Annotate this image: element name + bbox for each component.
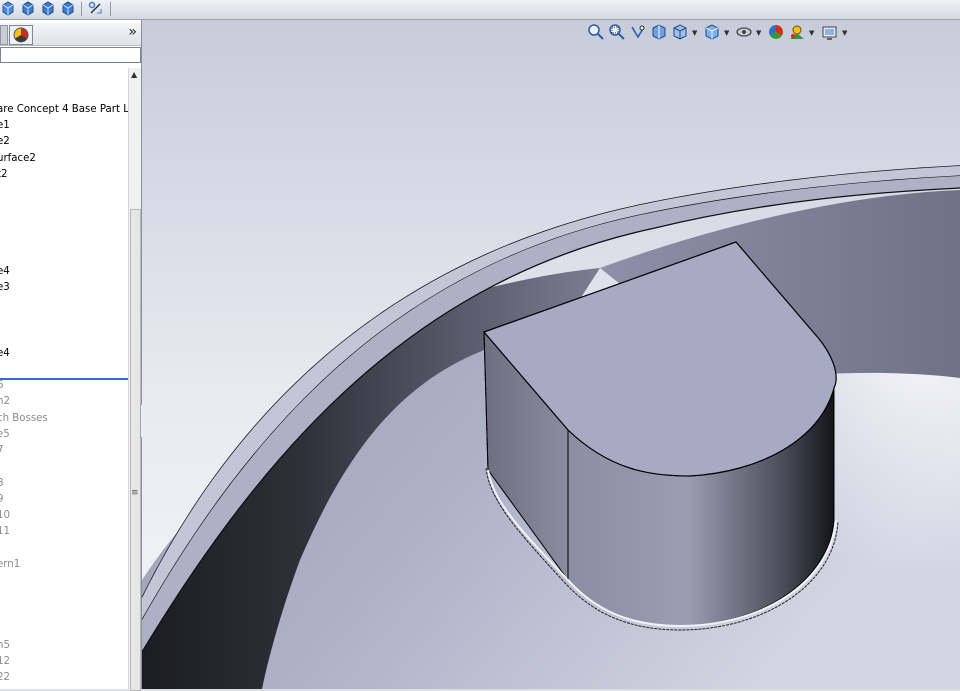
toolbar-separator (110, 2, 111, 16)
display-style-icon[interactable] (703, 23, 721, 41)
view-orientation-icon[interactable] (671, 23, 689, 41)
display-style-dropdown-icon[interactable]: ▼ (724, 29, 729, 37)
front-view-icon[interactable] (20, 1, 36, 16)
tree-item[interactable]: ch Bosses (0, 411, 48, 427)
scroll-up-arrow-icon[interactable]: ▲ (131, 70, 137, 79)
top-view-icon[interactable] (40, 1, 56, 16)
feature-manager-panel: » are Concept 4 Base Part Lof e1 e2 urfa… (0, 20, 142, 691)
tree-item[interactable]: ern1 (0, 557, 20, 573)
view-orientation-dropdown-icon[interactable]: ▼ (692, 29, 697, 37)
tree-item[interactable]: 7 (0, 443, 3, 459)
tree-item[interactable]: 11 (0, 524, 10, 540)
tree-item[interactable]: 9 (0, 492, 3, 508)
tree-item[interactable]: e4 (0, 346, 10, 362)
tree-item[interactable]: t2 (0, 167, 7, 183)
tree-item[interactable]: n2 (0, 394, 10, 410)
appearance-icon (13, 27, 29, 43)
appearance-tab[interactable] (9, 25, 33, 45)
tree-filter-input[interactable] (0, 47, 141, 63)
tree-item[interactable]: e5 (0, 427, 10, 443)
panel-tab-strip: » (0, 23, 141, 46)
tree-item[interactable]: 6 (0, 378, 3, 394)
right-view-icon[interactable] (60, 1, 76, 16)
model-view (142, 20, 960, 689)
tree-item[interactable]: e2 (0, 134, 10, 150)
tree-item[interactable]: urface2 (0, 151, 36, 167)
rollback-bar[interactable] (0, 378, 128, 380)
tree-item[interactable]: are Concept 4 Base Part Lof (0, 102, 139, 118)
feature-manager-tab[interactable] (0, 25, 8, 45)
apply-scene-icon[interactable] (788, 23, 806, 41)
section-view-icon[interactable] (650, 23, 668, 41)
tree-item[interactable]: 10 (0, 508, 10, 524)
tree-item[interactable]: n5 (0, 638, 10, 654)
smart-dimension-icon[interactable] (88, 1, 104, 16)
edit-appearance-icon[interactable] (767, 23, 785, 41)
toolbar-separator (81, 2, 82, 16)
zoom-to-fit-icon[interactable] (587, 23, 605, 41)
isometric-view-icon[interactable] (0, 1, 16, 16)
tree-scrollbar[interactable]: ▲ ≡ (128, 68, 141, 691)
view-settings-dropdown-icon[interactable]: ▼ (842, 29, 847, 37)
tree-item[interactable]: 12 (0, 654, 10, 670)
hide-show-items-icon[interactable] (735, 23, 753, 41)
more-tabs-chevron-icon[interactable]: » (128, 24, 137, 40)
graphics-viewport[interactable]: ▼ ▼ ▼ ▼ ▼ (142, 20, 960, 689)
heads-up-view-toolbar: ▼ ▼ ▼ ▼ ▼ (587, 23, 857, 41)
zoom-to-area-icon[interactable] (608, 23, 626, 41)
tree-item[interactable]: e3 (0, 280, 10, 296)
scrollbar-thumb[interactable] (130, 209, 141, 691)
previous-view-icon[interactable] (629, 23, 647, 41)
tree-item[interactable]: 22 (0, 670, 10, 686)
tree-item[interactable]: e1 (0, 118, 10, 134)
view-settings-icon[interactable] (821, 23, 839, 41)
tree-item[interactable]: 8 (0, 476, 3, 492)
apply-scene-dropdown-icon[interactable]: ▼ (809, 29, 814, 37)
scroll-grip-icon: ≡ (131, 488, 139, 498)
tree-item[interactable]: e4 (0, 264, 10, 280)
top-toolbar (0, 0, 960, 20)
hide-show-items-dropdown-icon[interactable]: ▼ (756, 29, 761, 37)
